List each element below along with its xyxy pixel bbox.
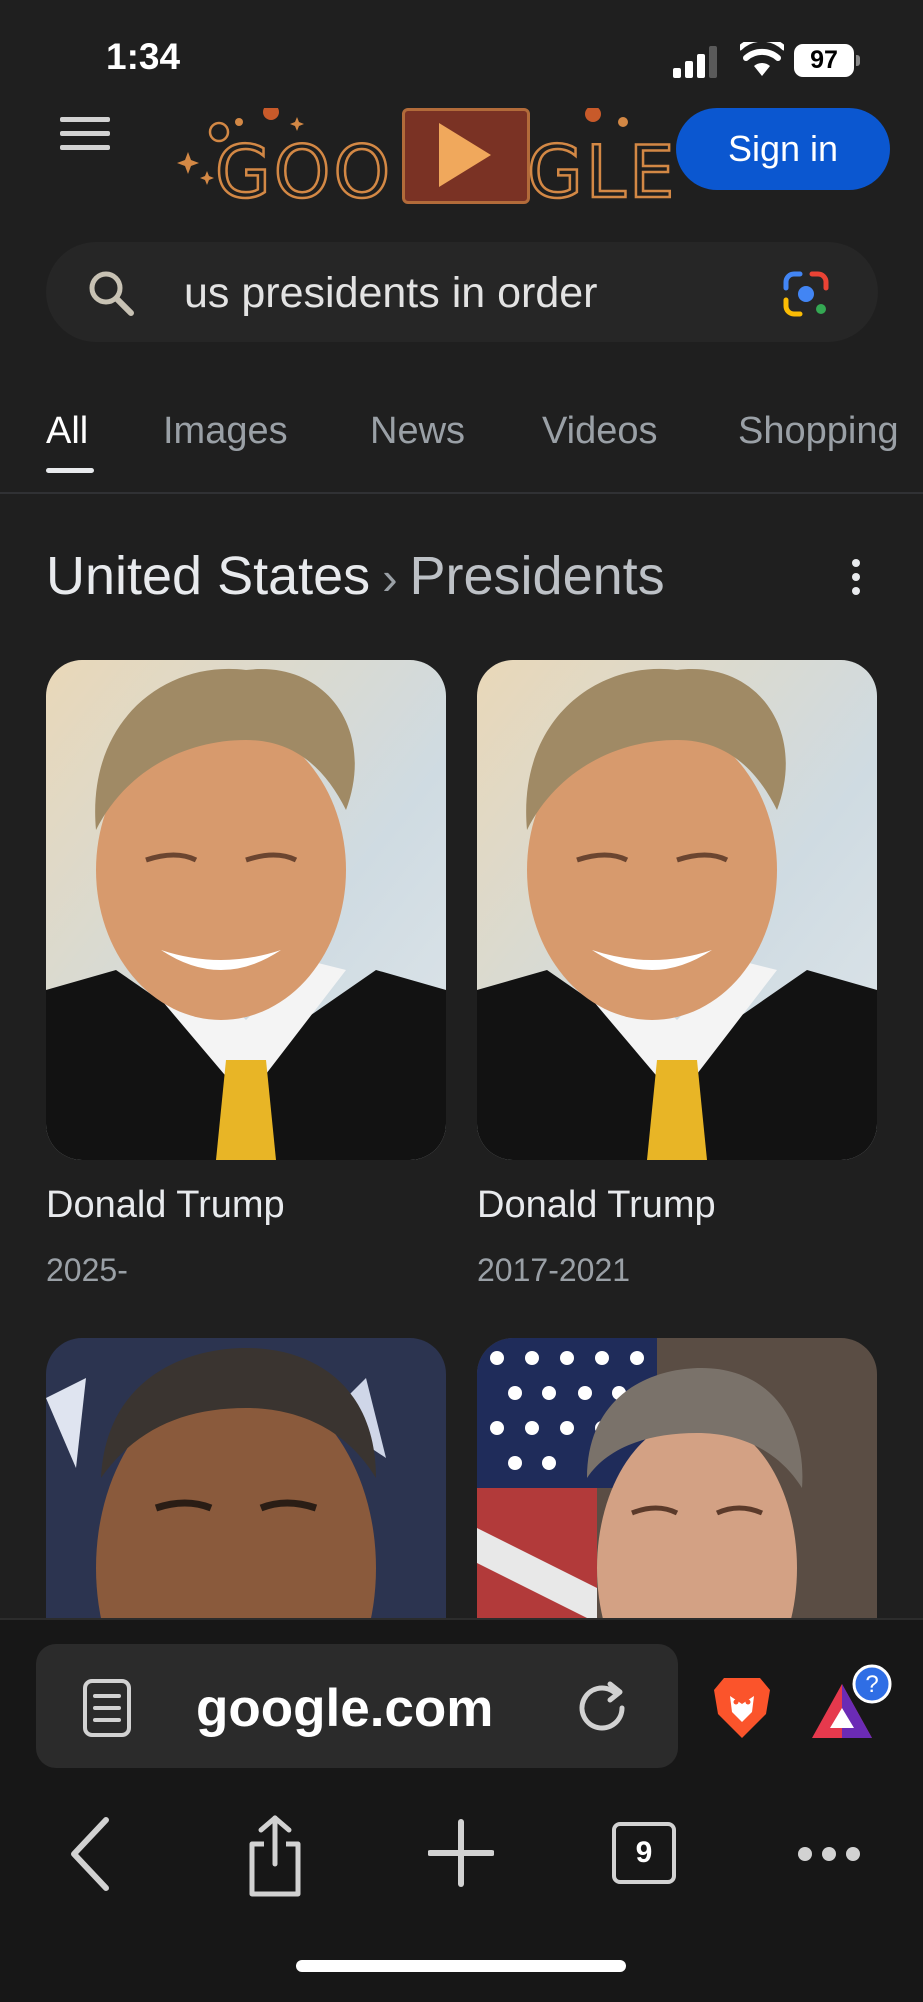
president-card[interactable]: Donald Trump 2017-2021 <box>477 660 877 1288</box>
knowledge-breadcrumb: United States › Presidents <box>46 545 665 607</box>
new-tab-icon[interactable] <box>428 1814 494 1890</box>
doodle-play-book-icon <box>402 108 530 204</box>
active-tab-indicator <box>46 468 94 473</box>
reader-mode-icon[interactable] <box>82 1678 132 1738</box>
tabs-icon[interactable]: 9 <box>612 1822 676 1884</box>
tab-all[interactable]: All <box>46 410 88 453</box>
tab-images[interactable]: Images <box>163 410 288 453</box>
brave-shields-icon[interactable] <box>712 1674 772 1740</box>
google-lens-icon[interactable] <box>780 268 832 320</box>
more-options-icon[interactable] <box>796 1814 862 1890</box>
reload-icon[interactable] <box>570 1676 634 1740</box>
president-name[interactable]: Donald Trump <box>477 1184 716 1227</box>
president-years: 2025- <box>46 1252 128 1288</box>
tab-shopping[interactable]: Shopping <box>738 410 899 453</box>
browser-toolbar: google.com ? 9 <box>0 1618 923 2002</box>
president-photo <box>46 660 446 1160</box>
doodle-letters-left: GOO <box>214 129 394 216</box>
status-time: 1:34 <box>106 36 181 77</box>
president-name[interactable]: Donald Trump <box>46 1184 285 1227</box>
share-icon[interactable] <box>244 1814 306 1898</box>
search-input[interactable]: us presidents in order <box>184 269 598 318</box>
tab-news[interactable]: News <box>370 410 465 453</box>
url-text[interactable]: google.com <box>196 1678 493 1739</box>
battery-level: 97 <box>810 46 838 74</box>
battery-icon: 97 <box>794 44 860 77</box>
president-years: 2017-2021 <box>477 1252 631 1288</box>
hamburger-icon[interactable] <box>58 113 113 153</box>
brave-rewards-icon[interactable]: ? <box>812 1664 892 1744</box>
google-doodle-logo[interactable]: GOO GLE <box>175 108 676 215</box>
breadcrumb-root[interactable]: United States <box>46 546 370 606</box>
signal-icon <box>673 46 717 78</box>
address-bar[interactable]: google.com <box>36 1644 678 1768</box>
more-vert-icon[interactable] <box>846 557 866 597</box>
svg-text:?: ? <box>865 1671 878 1698</box>
breadcrumb-current: Presidents <box>409 546 665 606</box>
doodle-letters-right: GLE <box>526 129 678 216</box>
search-box[interactable]: us presidents in order <box>46 242 878 342</box>
president-card[interactable]: Donald Trump 2025- <box>46 660 446 1288</box>
wifi-icon <box>740 42 784 76</box>
president-photo <box>477 660 877 1160</box>
back-icon[interactable] <box>66 1814 116 1894</box>
tab-videos[interactable]: Videos <box>542 410 658 453</box>
breadcrumb-separator: › <box>382 552 398 604</box>
search-tabs: All Images News Videos Shopping <box>0 400 923 494</box>
sign-in-button[interactable]: Sign in <box>676 108 890 190</box>
search-icon <box>89 271 134 316</box>
home-indicator[interactable] <box>296 1960 626 1972</box>
status-bar: 1:34 97 <box>0 0 923 110</box>
